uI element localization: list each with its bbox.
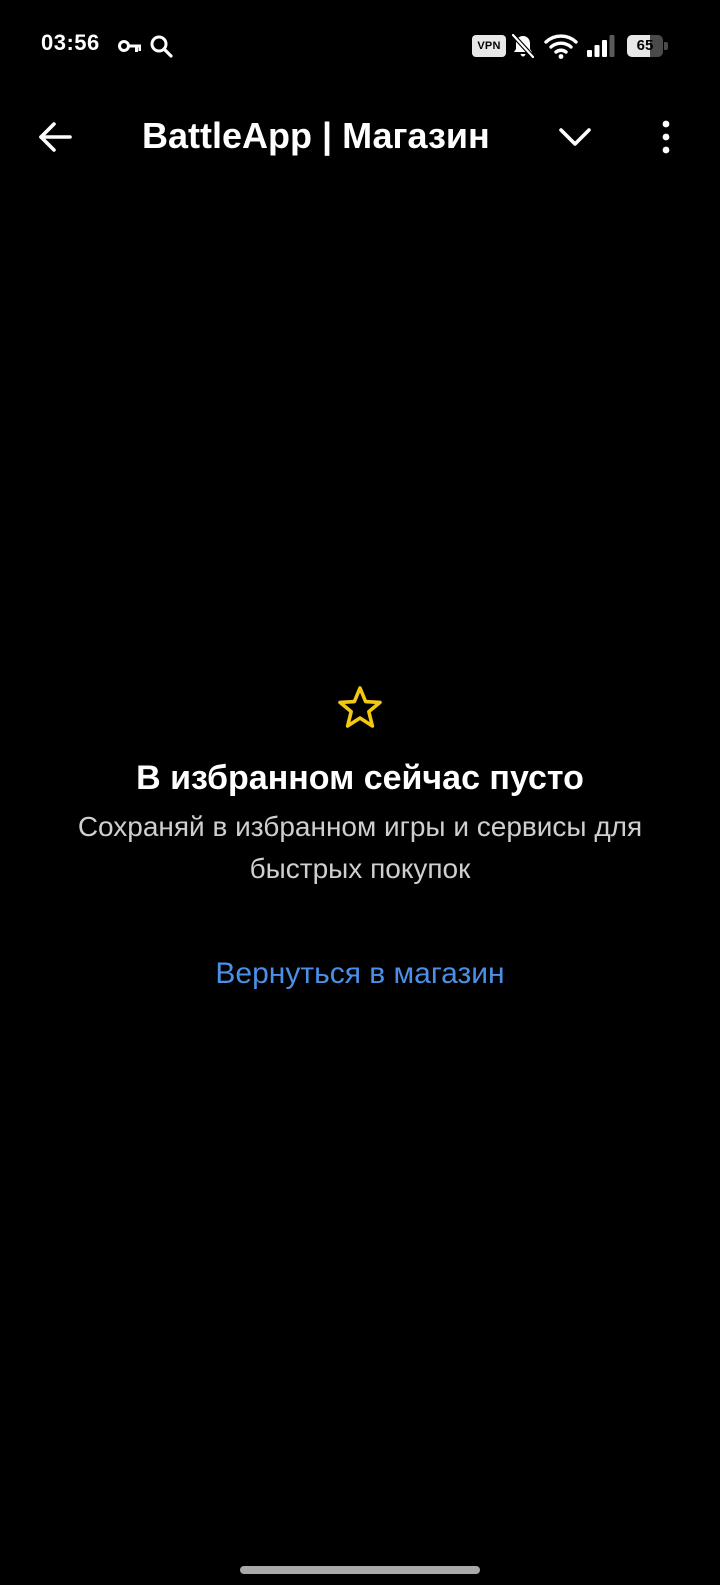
search-icon — [150, 35, 173, 58]
page-title: BattleApp | Магазин — [142, 115, 490, 156]
status-time: 03:56 — [41, 30, 100, 55]
empty-state-title: В избранном сейчас пусто — [136, 759, 584, 797]
expand-button[interactable] — [548, 110, 602, 164]
app-bar: BattleApp | Магазин — [0, 92, 720, 182]
vpn-icon: VPN — [472, 35, 506, 57]
empty-favorites: В избранном сейчас пусто Сохраняй в избр… — [0, 684, 720, 994]
back-button[interactable] — [28, 110, 82, 164]
battery-level: 65 — [636, 37, 654, 54]
chevron-down-icon — [559, 128, 591, 146]
arrow-back-icon — [39, 122, 72, 152]
more-vert-icon — [662, 120, 670, 154]
return-to-store-link[interactable]: Вернуться в магазин — [215, 954, 504, 994]
more-options-button[interactable] — [646, 110, 686, 164]
notifications-muted-icon — [511, 33, 535, 59]
wifi-icon — [544, 34, 578, 59]
battery-icon: 65 — [627, 35, 668, 57]
gesture-bar[interactable] — [240, 1566, 480, 1574]
status-bar: 03:56 VPN 65 — [0, 0, 720, 92]
vpn-label: VPN — [477, 40, 501, 52]
star-outline-icon — [338, 686, 382, 728]
signal-icon — [587, 35, 615, 57]
key-icon — [118, 40, 141, 52]
empty-state-subtitle: Сохраняй в избранном игры и сервисы для … — [77, 811, 643, 884]
